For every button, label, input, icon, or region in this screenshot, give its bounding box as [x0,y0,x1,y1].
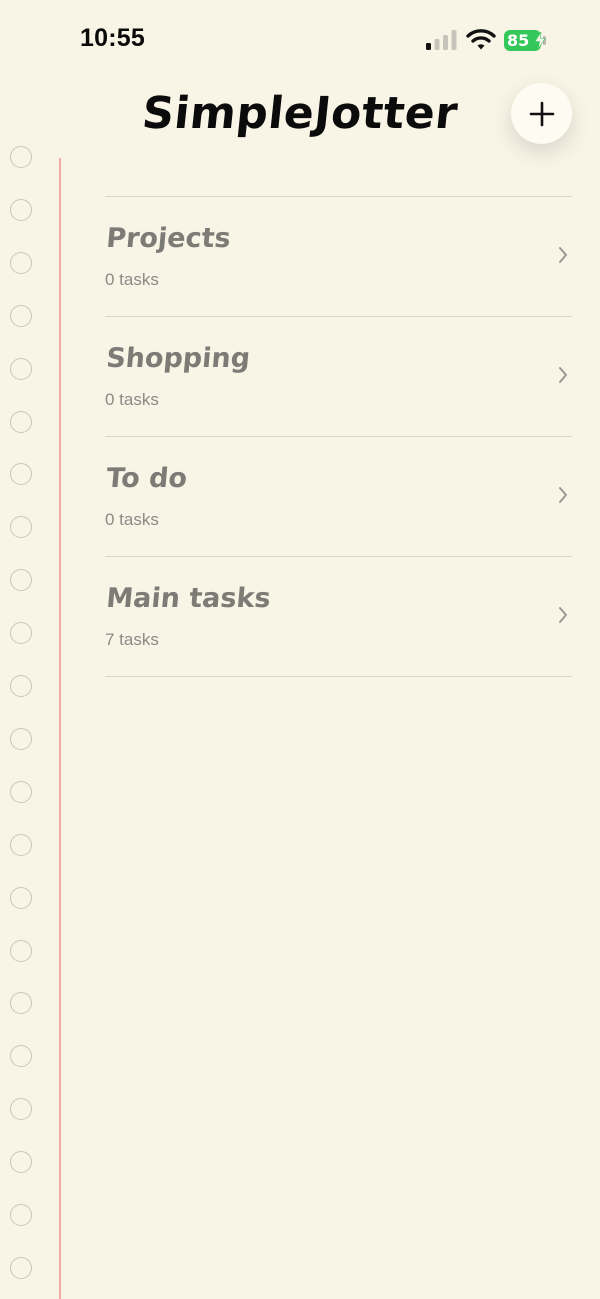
app-title: SimpleJotter [139,88,461,139]
binder-hole [10,780,32,803]
add-list-button[interactable] [511,83,572,144]
chevron-right-icon [559,247,567,263]
list-item-title: To do [105,463,189,494]
list-item-to-do[interactable]: To do 0 tasks [105,437,572,556]
list-item-main-tasks[interactable]: Main tasks 7 tasks [105,557,572,676]
chevron-right-icon [559,607,567,623]
binder-hole [10,939,32,962]
binder-hole [10,1045,32,1068]
binder-hole [10,992,32,1015]
binder-hole [10,357,32,380]
binder-hole [10,622,32,645]
chevron-right-icon [559,367,567,383]
binder-hole [10,304,32,327]
status-time: 10:55 [80,24,145,52]
binder-hole [10,1256,32,1279]
binder-hole [10,463,32,486]
list-item-title: Projects [105,223,232,254]
battery-level: 85 [507,31,530,50]
list-item-title: Shopping [105,343,252,374]
binder-hole [10,1204,32,1226]
wifi-icon [466,29,496,50]
list-item-shopping[interactable]: Shopping 0 tasks [105,317,572,436]
binder-hole [10,675,32,697]
list-item-count: 7 tasks [105,630,159,649]
status-bar: 10:55 85 [0,0,600,80]
binder-hole [10,569,32,592]
binder-hole [10,198,32,221]
list-item-count: 0 tasks [105,390,159,409]
notebook-margin-line [59,158,61,1299]
binder-hole [10,251,32,274]
binder-hole [10,727,32,750]
list-divider [105,676,572,677]
signal-icon [426,30,457,50]
binder-hole [10,833,32,856]
binder-hole [10,886,32,909]
binder-hole [10,410,32,433]
list-item-projects[interactable]: Projects 0 tasks [105,197,572,316]
list-item-title: Main tasks [105,583,272,614]
battery-icon: 85 [504,30,548,51]
plus-icon [529,101,554,126]
binder-hole [10,1098,32,1121]
binder-hole [10,146,32,168]
binder-hole [10,516,32,539]
list-item-count: 0 tasks [105,510,159,529]
list-item-count: 0 tasks [105,270,159,289]
chevron-right-icon [559,487,567,503]
binder-hole [10,1151,32,1174]
charging-bolt-icon [534,32,546,49]
